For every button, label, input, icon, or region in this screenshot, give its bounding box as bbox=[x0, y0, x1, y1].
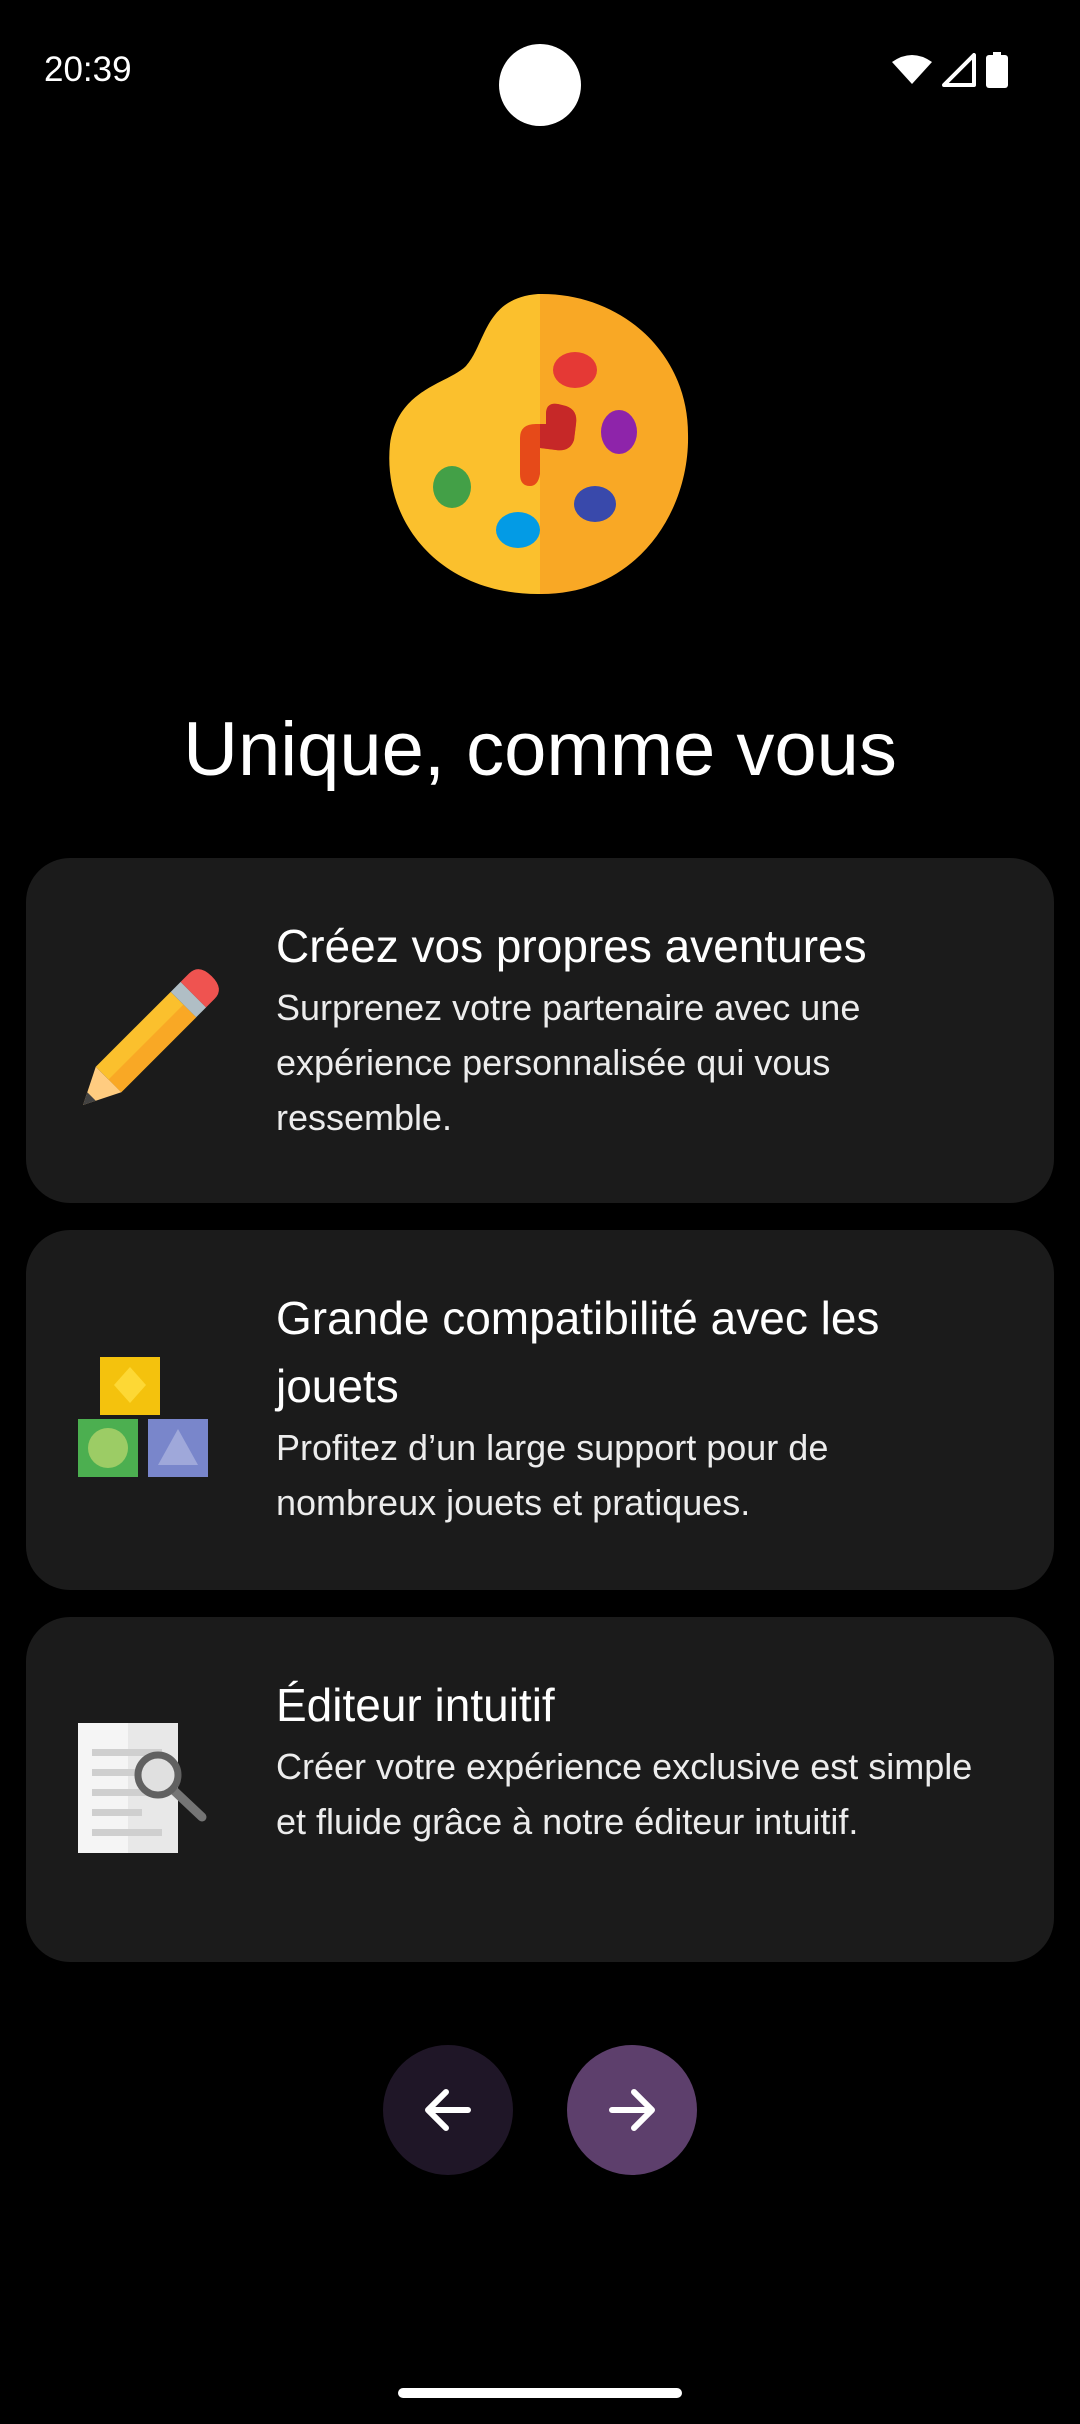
feature-description: Créer votre expérience exclusive est sim… bbox=[276, 1746, 973, 1842]
feature-card-text: Créez vos propres aventures Surprenez vo… bbox=[276, 912, 998, 1145]
feature-description: Profitez d’un large support pour de nomb… bbox=[276, 1427, 829, 1523]
toy-blocks-icon bbox=[78, 1357, 208, 1477]
status-icons bbox=[892, 52, 1008, 88]
feature-card-text: Grande compatibilité avec les jouets Pro… bbox=[276, 1284, 998, 1530]
feature-title: Créez vos propres aventures bbox=[276, 920, 867, 972]
feature-card-text: Éditeur intuitif Créer votre expérience … bbox=[276, 1671, 998, 1849]
signal-icon bbox=[942, 53, 976, 87]
feature-card-intuitive-editor: Éditeur intuitif Créer votre expérience … bbox=[26, 1617, 1054, 1962]
arrow-left-icon bbox=[425, 2089, 471, 2131]
feature-title: Éditeur intuitif bbox=[276, 1679, 555, 1731]
battery-icon bbox=[986, 52, 1008, 88]
wifi-icon bbox=[892, 55, 932, 84]
status-time: 20:39 bbox=[44, 50, 132, 89]
document-search-icon bbox=[78, 1723, 207, 1853]
page-title: Unique, comme vous bbox=[183, 707, 897, 792]
home-indicator[interactable] bbox=[398, 2388, 682, 2398]
next-button[interactable] bbox=[567, 2045, 697, 2175]
back-button[interactable] bbox=[383, 2045, 513, 2175]
camera-cutout bbox=[499, 44, 581, 126]
arrow-right-icon bbox=[609, 2089, 655, 2131]
feature-description: Surprenez votre partenaire avec une expé… bbox=[276, 987, 861, 1138]
feature-card-toy-compatibility: Grande compatibilité avec les jouets Pro… bbox=[26, 1230, 1054, 1590]
feature-card-custom-adventures: Créez vos propres aventures Surprenez vo… bbox=[26, 858, 1054, 1203]
feature-title: Grande compatibilité avec les jouets bbox=[276, 1292, 880, 1412]
palette-icon bbox=[389, 293, 689, 595]
pencil-icon bbox=[83, 969, 219, 1105]
onboarding-screen: 20:39 Unique, comme vous Créez vos propr… bbox=[0, 0, 1080, 2424]
